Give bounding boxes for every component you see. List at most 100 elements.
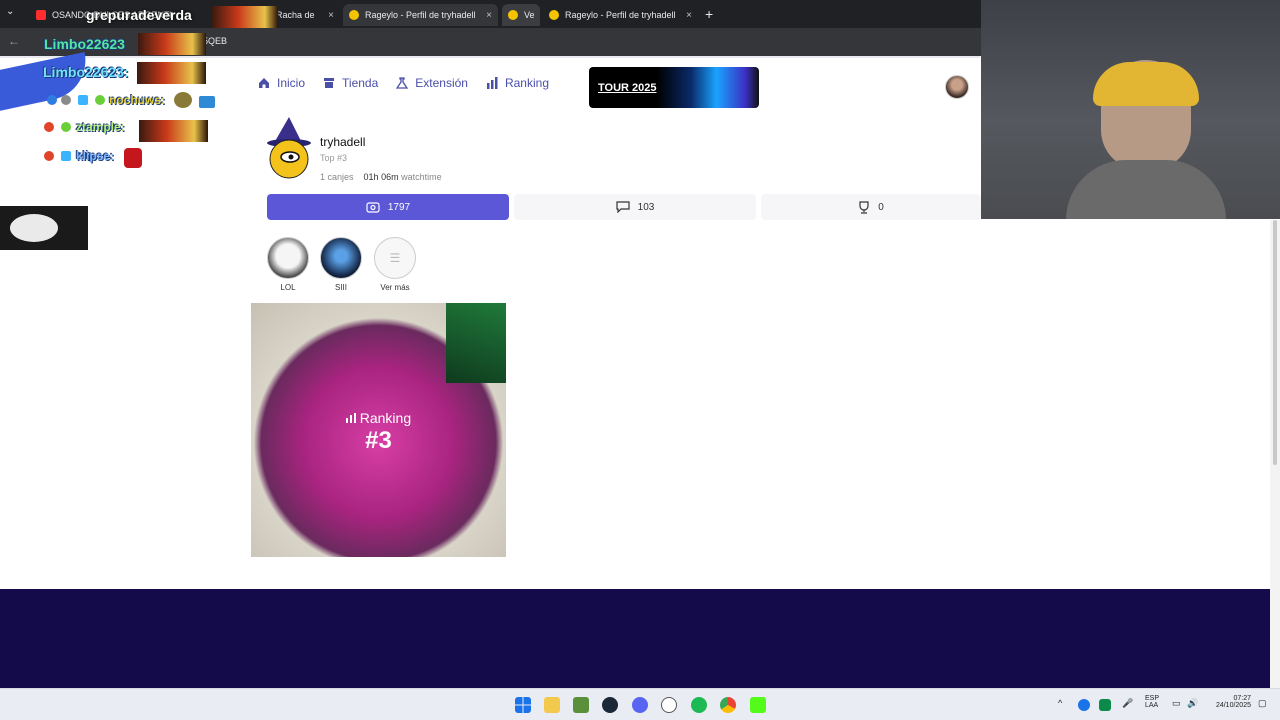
volume-icon[interactable]: 🔊: [1187, 698, 1198, 709]
trophies-count: 0: [878, 201, 884, 213]
watchtime-label: watchtime: [401, 172, 442, 182]
windows-start-icon[interactable]: [515, 697, 531, 713]
kick-icon[interactable]: [750, 697, 766, 713]
tab-search-chevron-icon[interactable]: ⌄: [6, 6, 14, 17]
emote-image: [212, 6, 278, 28]
minecraft-icon[interactable]: [573, 697, 589, 713]
badge-image: [267, 237, 309, 279]
rageylo-favicon-icon: [549, 10, 559, 20]
store-icon: [324, 78, 335, 88]
chat-username: ztample:: [76, 120, 125, 134]
lang-code: ESP: [1145, 695, 1160, 702]
nav-label: Inicio: [277, 76, 306, 90]
nav-label: Tienda: [342, 76, 379, 90]
trophy-icon: [859, 200, 869, 214]
shield-icon[interactable]: [1099, 699, 1111, 711]
close-icon[interactable]: ×: [686, 10, 692, 21]
badge-label: LOL: [280, 283, 296, 292]
chat-icon: [616, 201, 630, 213]
site-nav: Inicio Tienda Extensión Ranking: [258, 76, 549, 90]
emote-icon: [174, 92, 192, 108]
chat-badge-icon: [47, 95, 57, 105]
chat-badge-icon: [61, 122, 71, 132]
badge-label: SIII: [334, 283, 347, 292]
microphone-icon[interactable]: 🎤: [1122, 698, 1133, 709]
ranking-card[interactable]: Ranking #3: [251, 303, 506, 557]
clock-time: 07:27: [1233, 695, 1251, 702]
badge-item[interactable]: SIII: [320, 237, 362, 292]
browser-tab[interactable]: Ve: [502, 4, 540, 26]
nav-ranking[interactable]: Ranking: [486, 76, 549, 90]
badge-image: [320, 237, 362, 279]
chat-badge-icon: [44, 122, 54, 132]
scrollbar-thumb[interactable]: [1273, 220, 1277, 465]
badge-item[interactable]: LOL: [267, 237, 309, 292]
sync-icon[interactable]: [1078, 699, 1090, 711]
messages-stat-button[interactable]: 103: [514, 194, 756, 220]
spotify-icon[interactable]: [691, 697, 707, 713]
nav-tienda[interactable]: Tienda: [323, 76, 378, 90]
new-tab-button[interactable]: +: [705, 6, 713, 22]
user-avatar[interactable]: [945, 75, 969, 99]
overlay-decoration: [0, 51, 93, 117]
nav-extension[interactable]: Extensión: [396, 76, 468, 90]
notifications-icon[interactable]: ▢: [1258, 698, 1267, 709]
close-icon[interactable]: ×: [486, 10, 492, 21]
emote-image: [138, 33, 206, 55]
badge-label: Ver más: [380, 283, 410, 292]
emote-icon: [199, 96, 215, 108]
nav-inicio[interactable]: Inicio: [258, 76, 305, 90]
card-rank-value: #3: [365, 427, 392, 454]
card-label: Ranking: [359, 410, 412, 426]
tray-chevron-icon[interactable]: ^: [1058, 698, 1062, 708]
messages-count: 103: [637, 201, 655, 213]
browser-tab[interactable]: Rageylo - Perfil de tryhadell ×: [543, 4, 698, 26]
emote-image: [139, 120, 208, 142]
emote-image: [0, 206, 88, 250]
steam-icon[interactable]: [602, 697, 618, 713]
overlay-title-text: grepuradeverda: [86, 7, 192, 23]
profile-rank: Top #3: [320, 153, 348, 163]
bar-chart-icon: [345, 413, 356, 423]
tab-title: Rageylo - Perfil de tryhadell: [365, 10, 476, 20]
chrome-icon[interactable]: [720, 697, 736, 713]
tab-title: Rageylo - Perfil de tryhadell: [565, 10, 676, 20]
profile-avatar: [267, 117, 311, 179]
layout-code: LAA: [1145, 702, 1159, 709]
card-ranking-title: Ranking: [251, 410, 506, 426]
clock[interactable]: 07:27 24/10/2025: [1211, 695, 1251, 709]
rageylo-favicon-icon: [508, 10, 518, 20]
keyboard-language[interactable]: ESP LAA: [1145, 695, 1159, 709]
card-image-detail: [446, 303, 506, 383]
chat-username: Limbo22623:: [43, 64, 129, 80]
tour-2025-banner[interactable]: TOUR 2025: [589, 67, 759, 108]
emote-image: [137, 62, 206, 84]
watchtime-value: 01h 06m: [363, 172, 399, 182]
obs-icon[interactable]: [661, 697, 677, 713]
chat-username: Limbo22623: [44, 36, 125, 52]
youtube-icon: [36, 10, 46, 20]
address-bar-text[interactable]: 5QEB: [203, 36, 227, 46]
browser-tab[interactable]: Racha de ×: [270, 4, 340, 26]
chat-username: klipse:: [76, 149, 115, 163]
close-icon[interactable]: ×: [328, 10, 334, 21]
chat-badge-icon: [61, 151, 71, 161]
file-explorer-icon[interactable]: [544, 697, 560, 713]
back-arrow-icon[interactable]: ←: [8, 34, 20, 48]
webcam-beanie: [1093, 62, 1199, 106]
tab-title: Racha de: [276, 10, 315, 20]
home-icon: [259, 78, 269, 88]
page-scrollbar[interactable]: [1270, 220, 1280, 688]
profile-username: tryhadell: [320, 135, 366, 149]
views-stat-button[interactable]: 1797: [267, 194, 509, 220]
nav-label: Ranking: [504, 76, 549, 90]
flask-icon: [396, 77, 409, 89]
clock-date: 24/10/2025: [1215, 702, 1251, 709]
profile-stats: 1 canjes 01h 06m watchtime: [320, 172, 442, 182]
ver-mas-button[interactable]: ☰ Ver más: [374, 237, 416, 292]
discord-icon[interactable]: [632, 697, 648, 713]
browser-tab-active[interactable]: Rageylo - Perfil de tryhadell ×: [343, 4, 498, 26]
trophies-stat-button[interactable]: 0: [761, 194, 981, 220]
rageylo-favicon-icon: [349, 10, 359, 20]
network-icon[interactable]: ▭: [1172, 698, 1181, 709]
